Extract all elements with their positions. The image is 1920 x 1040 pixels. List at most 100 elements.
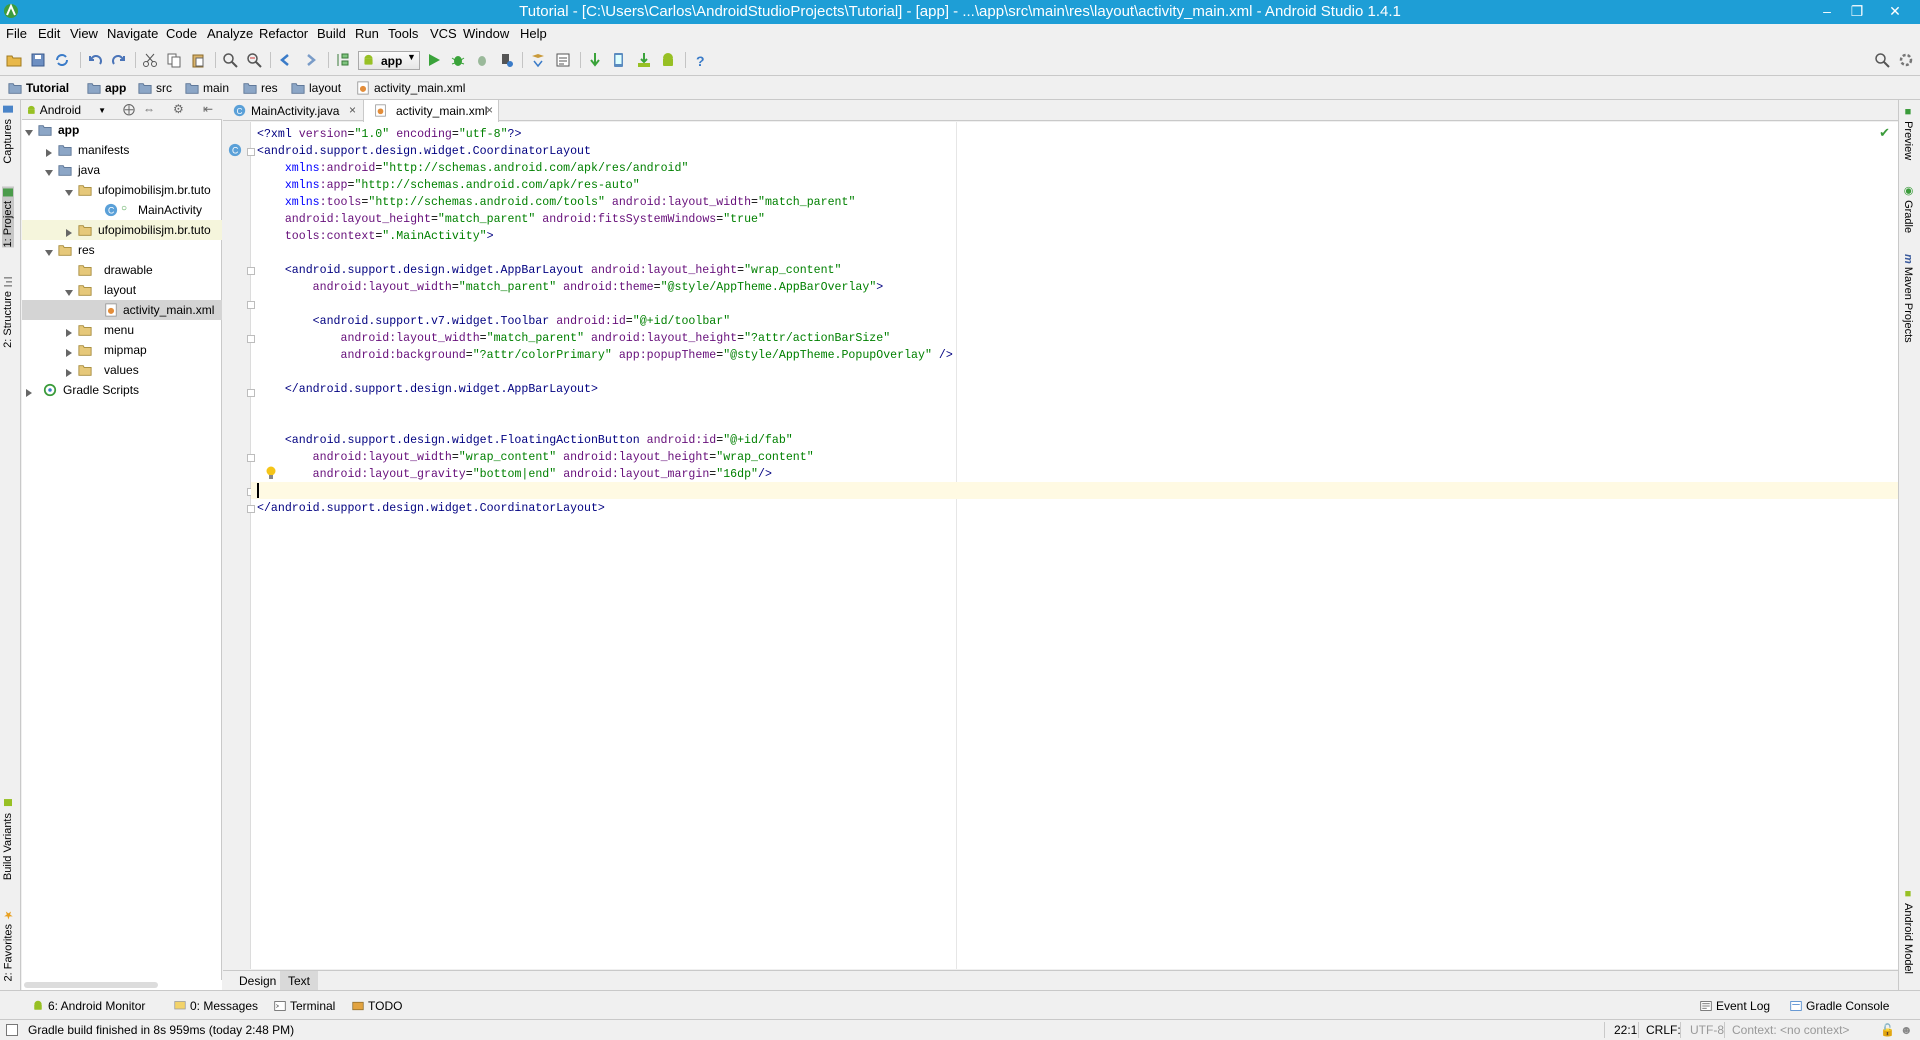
menu-run[interactable]: Run xyxy=(355,26,379,41)
debug-icon[interactable] xyxy=(450,52,466,68)
fold-marker-icon[interactable] xyxy=(247,267,255,275)
tool-tab-structure[interactable]: 2: Structure xyxy=(2,276,14,348)
collapsed-arrow-icon[interactable] xyxy=(65,366,73,377)
code-line[interactable]: android:layout_gravity="bottom|end" andr… xyxy=(257,466,953,483)
breadcrumb-app[interactable]: app xyxy=(87,80,126,96)
avd-manager-icon[interactable] xyxy=(611,52,627,68)
android-device-monitor-icon[interactable] xyxy=(660,52,676,68)
project-view-selector[interactable]: Android ▼ xyxy=(26,102,106,118)
sdk-manager-icon[interactable] xyxy=(636,52,652,68)
breadcrumb-project[interactable]: Tutorial xyxy=(8,80,69,96)
class-reference-icon[interactable]: C xyxy=(228,143,242,157)
code-line[interactable] xyxy=(257,483,953,500)
fold-marker-icon[interactable] xyxy=(247,505,255,513)
save-icon[interactable] xyxy=(30,52,46,68)
tool-tab-android-model[interactable]: ■ Android Model xyxy=(1902,888,1914,974)
code-line[interactable] xyxy=(257,415,953,432)
breadcrumb-file[interactable]: activity_main.xml xyxy=(356,80,465,96)
code-line[interactable]: android:layout_height="match_parent" and… xyxy=(257,211,953,228)
fold-marker-icon[interactable] xyxy=(247,454,255,462)
code-line[interactable]: android:layout_width="wrap_content" andr… xyxy=(257,449,953,466)
restore-button[interactable]: ❐ xyxy=(1842,0,1872,24)
tree-item-gradle-scripts[interactable]: Gradle Scripts xyxy=(22,380,222,400)
menu-refactor[interactable]: Refactor xyxy=(259,26,308,41)
run-config-selector[interactable]: app ▼ xyxy=(358,51,420,70)
code-line[interactable]: android:layout_width="match_parent" andr… xyxy=(257,330,953,347)
code-editor[interactable]: C <?xml version="1.0" encoding="utf-8"?>… xyxy=(223,122,1898,969)
collapsed-arrow-icon[interactable] xyxy=(65,346,73,357)
android-monitor-button[interactable]: 6: Android Monitor xyxy=(32,999,145,1013)
tool-tab-captures[interactable]: Captures xyxy=(2,104,14,164)
paste-icon[interactable] xyxy=(190,52,206,68)
tree-item-package-test[interactable]: ufopimobilisjm.br.tuto xyxy=(22,220,222,240)
code-line[interactable]: android:background="?attr/colorPrimary" … xyxy=(257,347,953,364)
line-separator[interactable]: CRLF: xyxy=(1646,1023,1681,1037)
lock-icon[interactable]: 🔓 xyxy=(1880,1023,1895,1037)
cut-icon[interactable] xyxy=(142,52,158,68)
code-line[interactable]: android:layout_width="match_parent" andr… xyxy=(257,279,953,296)
code-line[interactable]: <?xml version="1.0" encoding="utf-8"?> xyxy=(257,126,953,143)
breadcrumb-res[interactable]: res xyxy=(243,80,278,96)
close-tab-icon[interactable]: × xyxy=(349,103,356,117)
code-line[interactable]: <android.support.v7.widget.Toolbar andro… xyxy=(257,313,953,330)
menu-code[interactable]: Code xyxy=(166,26,197,41)
horizontal-scrollbar[interactable] xyxy=(22,980,222,990)
caret-position[interactable]: 22:1 xyxy=(1614,1023,1637,1037)
tool-tab-preview[interactable]: ■ Preview xyxy=(1902,106,1914,160)
tool-windows-icon[interactable] xyxy=(6,1024,18,1036)
code-line[interactable]: <android.support.design.widget.AppBarLay… xyxy=(257,262,953,279)
code-line[interactable] xyxy=(257,296,953,313)
hide-panel-icon[interactable]: ⇤ xyxy=(203,102,213,116)
tool-tab-project[interactable]: 1: Project xyxy=(2,186,14,248)
find-icon[interactable] xyxy=(222,52,238,68)
context-indicator[interactable]: Context: <no context> xyxy=(1732,1023,1849,1037)
tree-item-mipmap[interactable]: mipmap xyxy=(22,340,222,360)
replace-icon[interactable] xyxy=(246,52,262,68)
messages-button[interactable]: 0: Messages xyxy=(174,999,258,1013)
tool-tab-maven[interactable]: m Maven Projects xyxy=(1902,254,1914,343)
scroll-from-source-icon[interactable]: ⨁ xyxy=(123,102,135,116)
event-log-button[interactable]: Event Log xyxy=(1700,999,1770,1013)
minimize-button[interactable]: – xyxy=(1812,0,1842,24)
gradle-sync-icon[interactable] xyxy=(587,52,603,68)
inspector-icon[interactable]: ☻ xyxy=(1900,1023,1913,1037)
menu-view[interactable]: View xyxy=(70,26,98,41)
redo-icon[interactable] xyxy=(111,52,127,68)
collapse-all-icon[interactable]: ⇔ xyxy=(143,102,155,116)
tool-tab-gradle[interactable]: ◉ Gradle xyxy=(1902,184,1915,233)
tree-item-manifests[interactable]: manifests xyxy=(22,140,222,160)
sync-icon[interactable] xyxy=(54,52,70,68)
close-tab-icon[interactable]: × xyxy=(486,103,493,117)
expanded-arrow-icon[interactable] xyxy=(45,166,53,176)
code-content[interactable]: <?xml version="1.0" encoding="utf-8"?> <a… xyxy=(257,126,953,517)
code-line[interactable]: xmlns:app="http://schemas.android.com/ap… xyxy=(257,177,953,194)
file-encoding[interactable]: UTF-8 xyxy=(1690,1023,1724,1037)
menu-build[interactable]: Build xyxy=(317,26,346,41)
menu-file[interactable]: File xyxy=(6,26,27,41)
expanded-arrow-icon[interactable] xyxy=(65,186,73,196)
code-line[interactable] xyxy=(257,364,953,381)
tab-design[interactable]: Design xyxy=(231,971,284,991)
collapsed-arrow-icon[interactable] xyxy=(45,146,53,157)
tree-item-values[interactable]: values xyxy=(22,360,222,380)
copy-icon[interactable] xyxy=(166,52,182,68)
close-window-button[interactable]: ✕ xyxy=(1880,0,1910,24)
tab-text[interactable]: Text xyxy=(280,971,319,991)
breadcrumb-src[interactable]: src xyxy=(138,80,172,96)
menu-vcs[interactable]: VCS xyxy=(430,26,457,41)
menu-tools[interactable]: Tools xyxy=(388,26,418,41)
code-line[interactable]: xmlns:android="http://schemas.android.co… xyxy=(257,160,953,177)
fold-marker-icon[interactable] xyxy=(247,148,255,156)
tool-tab-build-variants[interactable]: Build Variants xyxy=(2,798,14,880)
tree-item-res[interactable]: res xyxy=(22,240,222,260)
tree-item-activity-main[interactable]: activity_main.xml xyxy=(22,300,222,320)
search-everywhere-icon[interactable] xyxy=(1874,52,1890,68)
fold-marker-icon[interactable] xyxy=(247,301,255,309)
code-line[interactable] xyxy=(257,398,953,415)
code-line[interactable]: tools:context=".MainActivity"> xyxy=(257,228,953,245)
make-project-icon[interactable] xyxy=(335,52,351,68)
menu-help[interactable]: Help xyxy=(520,26,547,41)
expanded-arrow-icon[interactable] xyxy=(65,286,73,296)
expanded-arrow-icon[interactable] xyxy=(45,246,53,256)
gear-icon[interactable]: ⚙ xyxy=(173,102,184,116)
